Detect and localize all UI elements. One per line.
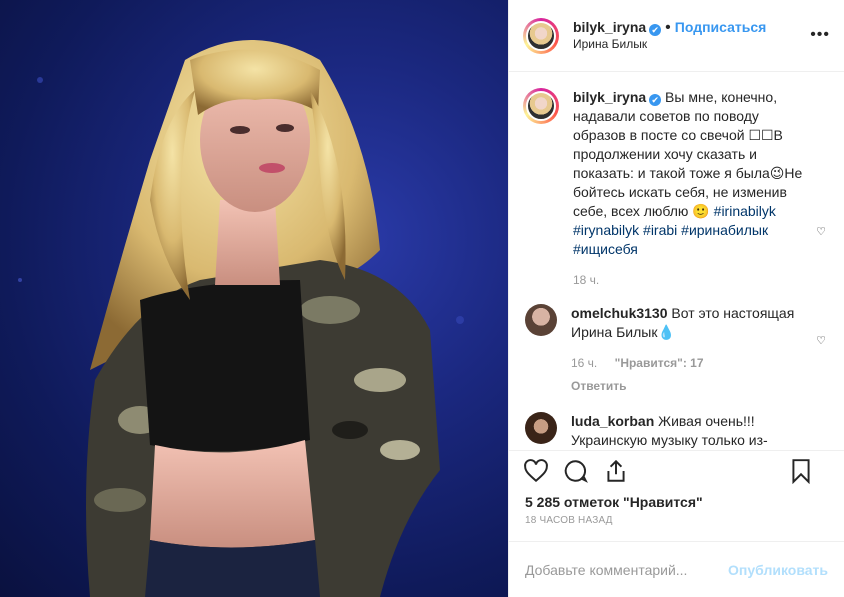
comment-row: luda_korban Живая очень!!! Украинскую му… (523, 335, 830, 450)
comment-like-heart-icon[interactable]: ♡ (816, 225, 826, 238)
profile-avatar[interactable] (523, 17, 559, 54)
comment-text-block: omelchuk3130 Вот это настоящая Ирина Бил… (571, 304, 807, 396)
avatar-image (526, 20, 556, 51)
share-icon[interactable] (603, 458, 629, 484)
verified-badge-icon: ✔ (649, 94, 662, 106)
caption-time[interactable]: 18 ч. (573, 273, 599, 287)
header-text: bilyk_iryna ✔ • Подписаться Ирина Билык (573, 19, 766, 53)
post-photo[interactable] (0, 0, 508, 597)
verified-badge-icon: ✔ (649, 23, 662, 36)
bookmark-icon[interactable] (788, 458, 814, 484)
comment-icon[interactable] (563, 458, 589, 484)
action-bar (509, 450, 844, 491)
instagram-post: bilyk_iryna ✔ • Подписаться Ирина Билык •••… (0, 0, 844, 597)
heart-icon[interactable] (523, 458, 549, 484)
caption-avatar[interactable] (523, 88, 559, 124)
comment-time[interactable]: 16 ч. (571, 356, 597, 370)
header-username[interactable]: bilyk_iryna (573, 19, 646, 35)
comment-like-heart-icon[interactable]: ♡ (816, 334, 826, 347)
comment-row: omelchuk3130 Вот это настоящая Ирина Бил… (523, 226, 830, 396)
photo-illustration (18, 40, 464, 597)
post-timestamp[interactable]: 18 ЧАСОВ НАЗАД (509, 513, 844, 541)
location-link[interactable]: Ирина Билык (573, 36, 766, 53)
commenter-avatar[interactable] (525, 304, 557, 336)
add-comment-bar: Добавьте комментарий... Опубликовать (509, 541, 844, 597)
caption-text-block: bilyk_iryna ✔ Вы мне, конечно, надавали с… (573, 88, 809, 290)
more-options-icon[interactable]: ••• (810, 26, 830, 44)
likes-count[interactable]: 5 285 отметок "Нравится" (509, 491, 844, 513)
comments-area[interactable]: bilyk_iryna ✔ Вы мне, конечно, надавали с… (509, 72, 844, 450)
add-comment-input[interactable]: Добавьте комментарий... (525, 562, 728, 578)
caption-row: bilyk_iryna ✔ Вы мне, конечно, надавали с… (523, 88, 830, 290)
header-separator: • (665, 18, 671, 36)
caption-text: Вы мне, конечно, надавали советов по пов… (573, 89, 803, 219)
caption-meta: 18 ч. (573, 271, 809, 290)
avatar-image (526, 91, 556, 121)
follow-button[interactable]: Подписаться (675, 19, 767, 35)
post-header: bilyk_iryna ✔ • Подписаться Ирина Билык ••• (509, 0, 844, 72)
comment-text-block: luda_korban Живая очень!!! Украинскую му… (571, 412, 807, 450)
comment-username[interactable]: omelchuk3130 (571, 305, 668, 321)
publish-button[interactable]: Опубликовать (728, 562, 828, 578)
reply-button[interactable]: Ответить (571, 377, 807, 396)
comment-username[interactable]: luda_korban (571, 413, 654, 429)
post-side-panel: bilyk_iryna ✔ • Подписаться Ирина Билык •••… (508, 0, 844, 597)
comment-meta: 16 ч. "Нравится": 17 (571, 354, 807, 373)
comment-likes[interactable]: "Нравится": 17 (615, 356, 704, 370)
commenter-avatar[interactable] (525, 412, 557, 444)
caption-username[interactable]: bilyk_iryna (573, 89, 646, 105)
